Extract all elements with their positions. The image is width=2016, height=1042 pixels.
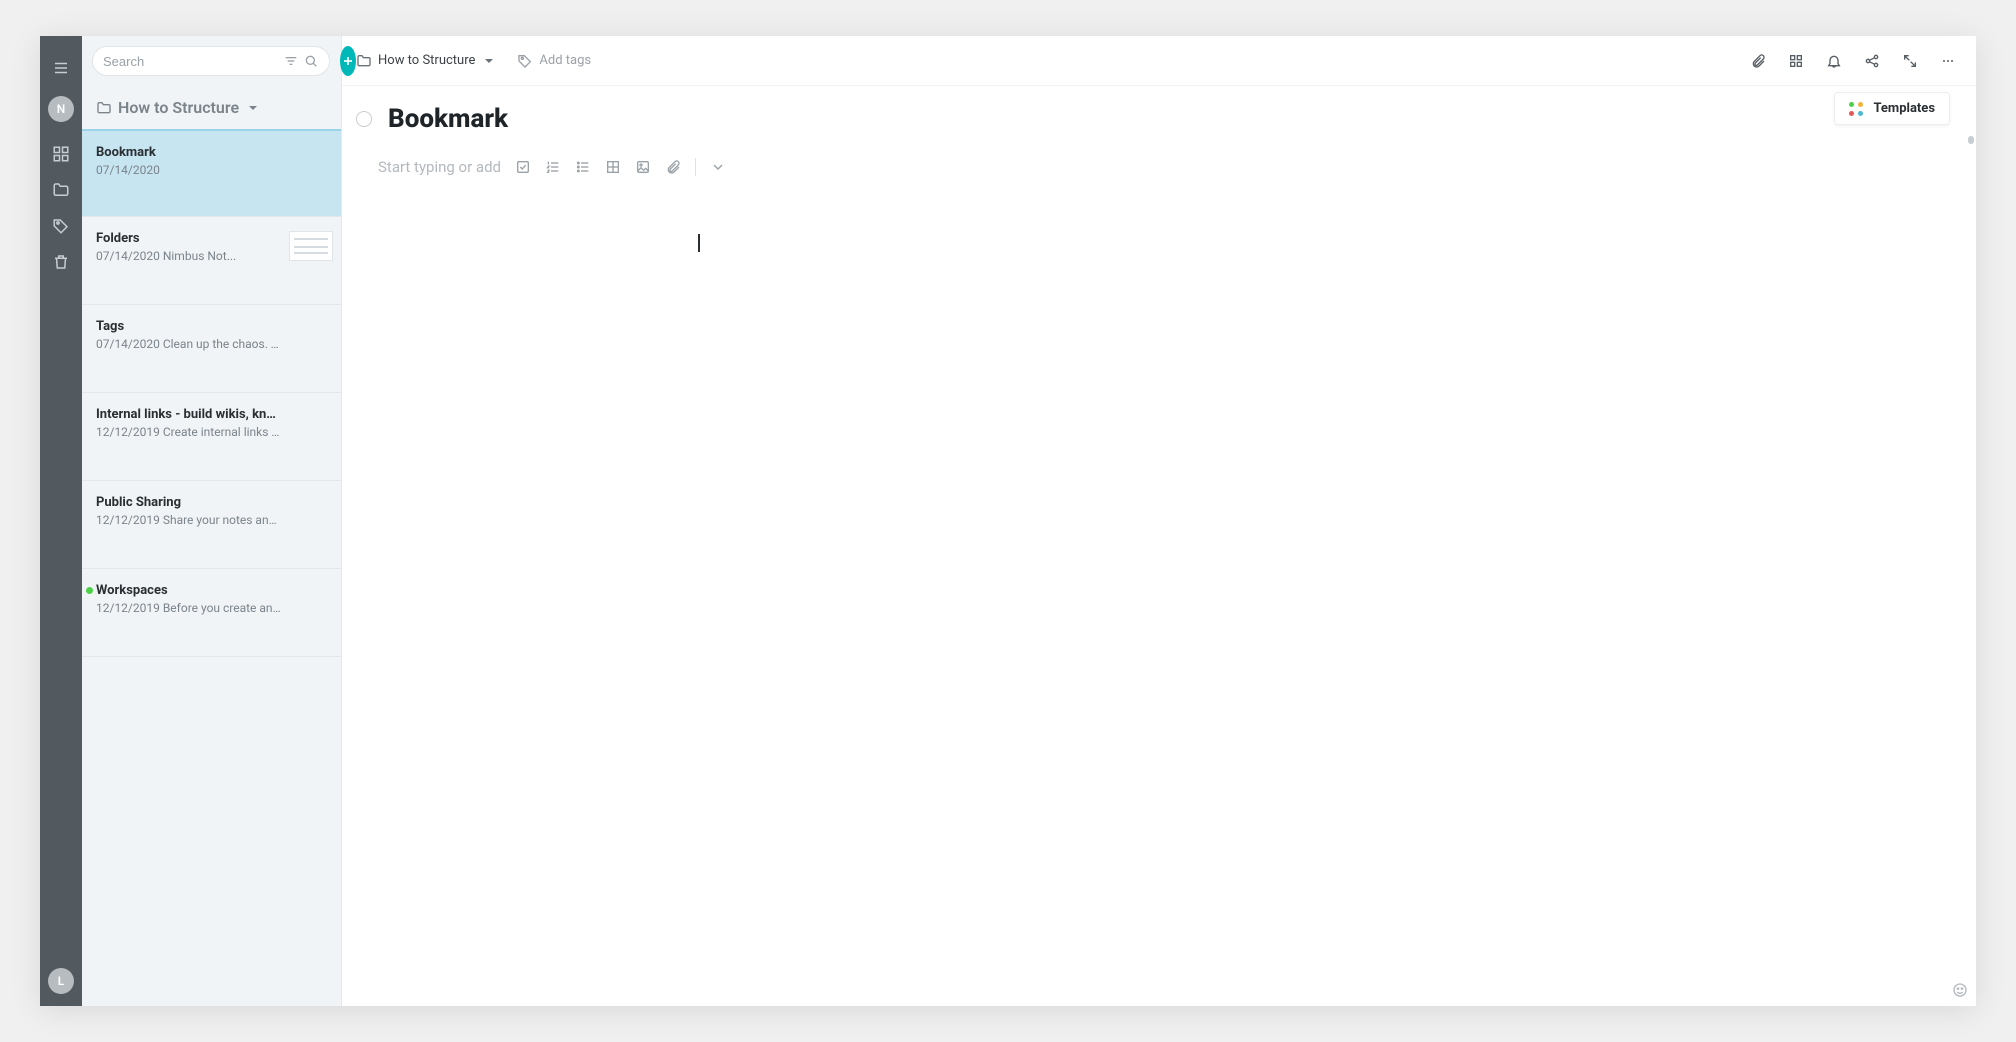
note-title: Workspaces	[96, 583, 327, 598]
note-item-tags[interactable]: Tags 07/14/2020 Clean up the chaos. Tag …	[82, 305, 341, 393]
trash-icon[interactable]	[40, 244, 82, 280]
divider	[695, 158, 696, 176]
share-icon[interactable]	[1858, 47, 1886, 75]
note-item-bookmark[interactable]: Bookmark 07/14/2020	[82, 129, 341, 217]
note-meta: 12/12/2019 Create internal links to you.…	[96, 425, 327, 439]
emoji-icon[interactable]	[1952, 982, 1968, 998]
note-title: Internal links - build wikis, knowle...	[96, 407, 327, 422]
bulleted-list-icon[interactable]	[575, 159, 591, 175]
workspace-avatar-initial: N	[57, 102, 66, 116]
doc-title[interactable]: Bookmark	[388, 104, 508, 134]
dashboard-icon[interactable]	[40, 136, 82, 172]
app-window: N L	[40, 36, 1976, 1006]
breadcrumb-folder[interactable]: How to Structure	[356, 53, 497, 69]
note-item-public-sharing[interactable]: Public Sharing 12/12/2019 Share your not…	[82, 481, 341, 569]
note-list-panel: How to Structure Bookmark 07/14/2020 Fol…	[82, 36, 342, 1006]
unread-dot	[86, 587, 93, 594]
user-avatar[interactable]: L	[48, 968, 74, 994]
note-thumbnail	[289, 231, 333, 261]
folder-heading-label: How to Structure	[118, 98, 239, 117]
title-row: Bookmark	[378, 104, 1940, 134]
folder-icon	[96, 100, 112, 116]
note-list: Bookmark 07/14/2020 Folders 07/14/2020 N…	[82, 129, 341, 1006]
note-meta: 12/12/2019 Share your notes and folde...	[96, 513, 327, 527]
templates-button[interactable]: Templates	[1834, 92, 1950, 125]
filter-icon[interactable]	[283, 53, 299, 69]
note-title: Bookmark	[96, 145, 327, 160]
editor-body[interactable]: Templates Bookmark Start typing or add	[342, 86, 1976, 1006]
nav-rail: N L	[40, 36, 82, 1006]
workspace-avatar[interactable]: N	[48, 96, 74, 122]
menu-icon[interactable]	[40, 50, 82, 86]
chevron-down-icon[interactable]	[710, 159, 726, 175]
templates-label: Templates	[1873, 101, 1935, 116]
search-field[interactable]	[92, 46, 330, 76]
note-title: Public Sharing	[96, 495, 327, 510]
folder-icon	[356, 53, 372, 69]
add-tags-button[interactable]: Add tags	[517, 53, 591, 69]
numbered-list-icon[interactable]	[545, 159, 561, 175]
editor-placeholder-text: Start typing or add	[378, 158, 501, 176]
expand-icon[interactable]	[1896, 47, 1924, 75]
checklist-icon[interactable]	[515, 159, 531, 175]
apps-icon[interactable]	[1782, 47, 1810, 75]
chevron-down-icon	[481, 53, 497, 69]
attachment-icon[interactable]	[1744, 47, 1772, 75]
scrollbar-thumb[interactable]	[1968, 136, 1974, 144]
list-toolbar	[82, 36, 341, 86]
title-status-circle[interactable]	[356, 111, 372, 127]
table-icon[interactable]	[605, 159, 621, 175]
note-meta: 07/14/2020 Clean up the chaos. Tag yo...	[96, 337, 327, 351]
editor-placeholder-row: Start typing or add	[378, 158, 1940, 176]
note-meta: 07/14/2020	[96, 163, 327, 177]
note-item-internal-links[interactable]: Internal links - build wikis, knowle... …	[82, 393, 341, 481]
folder-icon[interactable]	[40, 172, 82, 208]
note-meta: 12/12/2019 Before you create any note...	[96, 601, 327, 615]
templates-icon	[1849, 102, 1863, 116]
tag-icon[interactable]	[40, 208, 82, 244]
tag-icon	[517, 53, 533, 69]
note-item-workspaces[interactable]: Workspaces 12/12/2019 Before you create …	[82, 569, 341, 657]
note-item-folders[interactable]: Folders 07/14/2020 Nimbus Not...	[82, 217, 341, 305]
editor-toolbar: How to Structure Add tags	[342, 36, 1976, 86]
bell-icon[interactable]	[1820, 47, 1848, 75]
user-avatar-initial: L	[58, 974, 65, 988]
more-icon[interactable]	[1934, 47, 1962, 75]
image-icon[interactable]	[635, 159, 651, 175]
chevron-down-icon	[245, 100, 261, 116]
text-cursor	[698, 234, 700, 252]
breadcrumb-folder-label: How to Structure	[378, 53, 475, 68]
note-title: Tags	[96, 319, 327, 334]
search-input[interactable]	[103, 54, 279, 69]
editor-pane: How to Structure Add tags Templates	[342, 36, 1976, 1006]
search-icon[interactable]	[303, 53, 319, 69]
add-tags-label: Add tags	[539, 53, 591, 68]
folder-heading[interactable]: How to Structure	[82, 86, 341, 129]
attach-icon[interactable]	[665, 159, 681, 175]
